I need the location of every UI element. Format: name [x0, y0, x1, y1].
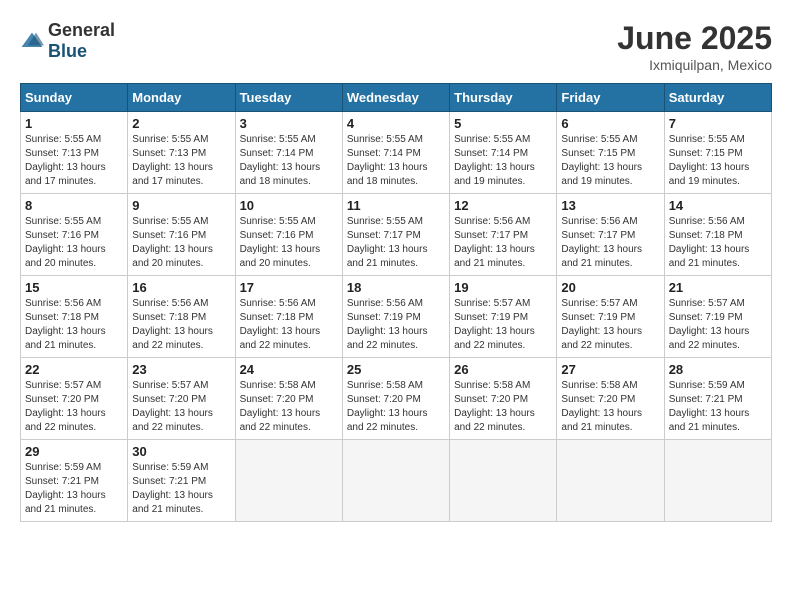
day-28: 28 Sunrise: 5:59 AMSunset: 7:21 PMDaylig… — [664, 358, 771, 440]
day-9: 9 Sunrise: 5:55 AMSunset: 7:16 PMDayligh… — [128, 194, 235, 276]
day-23: 23 Sunrise: 5:57 AMSunset: 7:20 PMDaylig… — [128, 358, 235, 440]
title-area: June 2025 Ixmiquilpan, Mexico — [617, 20, 772, 73]
day-8: 8 Sunrise: 5:55 AMSunset: 7:16 PMDayligh… — [21, 194, 128, 276]
day-1: 1 Sunrise: 5:55 AMSunset: 7:13 PMDayligh… — [21, 112, 128, 194]
day-15: 15 Sunrise: 5:56 AMSunset: 7:18 PMDaylig… — [21, 276, 128, 358]
weekday-header-row: Sunday Monday Tuesday Wednesday Thursday… — [21, 84, 772, 112]
day-13: 13 Sunrise: 5:56 AMSunset: 7:17 PMDaylig… — [557, 194, 664, 276]
header-monday: Monday — [128, 84, 235, 112]
day-empty-2 — [342, 440, 449, 522]
location-title: Ixmiquilpan, Mexico — [617, 57, 772, 73]
header-sunday: Sunday — [21, 84, 128, 112]
day-7: 7 Sunrise: 5:55 AMSunset: 7:15 PMDayligh… — [664, 112, 771, 194]
day-17: 17 Sunrise: 5:56 AMSunset: 7:18 PMDaylig… — [235, 276, 342, 358]
day-19: 19 Sunrise: 5:57 AMSunset: 7:19 PMDaylig… — [450, 276, 557, 358]
day-14: 14 Sunrise: 5:56 AMSunset: 7:18 PMDaylig… — [664, 194, 771, 276]
logo: General Blue — [20, 20, 115, 62]
day-3: 3 Sunrise: 5:55 AMSunset: 7:14 PMDayligh… — [235, 112, 342, 194]
calendar-table: Sunday Monday Tuesday Wednesday Thursday… — [20, 83, 772, 522]
header-wednesday: Wednesday — [342, 84, 449, 112]
day-11: 11 Sunrise: 5:55 AMSunset: 7:17 PMDaylig… — [342, 194, 449, 276]
day-22: 22 Sunrise: 5:57 AMSunset: 7:20 PMDaylig… — [21, 358, 128, 440]
day-24: 24 Sunrise: 5:58 AMSunset: 7:20 PMDaylig… — [235, 358, 342, 440]
day-26: 26 Sunrise: 5:58 AMSunset: 7:20 PMDaylig… — [450, 358, 557, 440]
header-thursday: Thursday — [450, 84, 557, 112]
day-empty-4 — [557, 440, 664, 522]
day-30: 30 Sunrise: 5:59 AMSunset: 7:21 PMDaylig… — [128, 440, 235, 522]
logo-text: General Blue — [48, 20, 115, 62]
page-header: General Blue June 2025 Ixmiquilpan, Mexi… — [20, 20, 772, 73]
month-title: June 2025 — [617, 20, 772, 57]
day-4: 4 Sunrise: 5:55 AMSunset: 7:14 PMDayligh… — [342, 112, 449, 194]
day-empty-5 — [664, 440, 771, 522]
logo-general: General — [48, 20, 115, 40]
day-25: 25 Sunrise: 5:58 AMSunset: 7:20 PMDaylig… — [342, 358, 449, 440]
calendar-row-5: 29 Sunrise: 5:59 AMSunset: 7:21 PMDaylig… — [21, 440, 772, 522]
day-20: 20 Sunrise: 5:57 AMSunset: 7:19 PMDaylig… — [557, 276, 664, 358]
day-16: 16 Sunrise: 5:56 AMSunset: 7:18 PMDaylig… — [128, 276, 235, 358]
day-18: 18 Sunrise: 5:56 AMSunset: 7:19 PMDaylig… — [342, 276, 449, 358]
calendar-row-4: 22 Sunrise: 5:57 AMSunset: 7:20 PMDaylig… — [21, 358, 772, 440]
header-friday: Friday — [557, 84, 664, 112]
day-12: 12 Sunrise: 5:56 AMSunset: 7:17 PMDaylig… — [450, 194, 557, 276]
day-27: 27 Sunrise: 5:58 AMSunset: 7:20 PMDaylig… — [557, 358, 664, 440]
day-empty-3 — [450, 440, 557, 522]
day-29: 29 Sunrise: 5:59 AMSunset: 7:21 PMDaylig… — [21, 440, 128, 522]
calendar-row-1: 1 Sunrise: 5:55 AMSunset: 7:13 PMDayligh… — [21, 112, 772, 194]
header-saturday: Saturday — [664, 84, 771, 112]
logo-icon — [20, 31, 44, 51]
day-6: 6 Sunrise: 5:55 AMSunset: 7:15 PMDayligh… — [557, 112, 664, 194]
day-10: 10 Sunrise: 5:55 AMSunset: 7:16 PMDaylig… — [235, 194, 342, 276]
day-21: 21 Sunrise: 5:57 AMSunset: 7:19 PMDaylig… — [664, 276, 771, 358]
calendar-row-3: 15 Sunrise: 5:56 AMSunset: 7:18 PMDaylig… — [21, 276, 772, 358]
logo-blue: Blue — [48, 41, 87, 61]
day-empty-1 — [235, 440, 342, 522]
day-2: 2 Sunrise: 5:55 AMSunset: 7:13 PMDayligh… — [128, 112, 235, 194]
day-5: 5 Sunrise: 5:55 AMSunset: 7:14 PMDayligh… — [450, 112, 557, 194]
calendar-row-2: 8 Sunrise: 5:55 AMSunset: 7:16 PMDayligh… — [21, 194, 772, 276]
header-tuesday: Tuesday — [235, 84, 342, 112]
